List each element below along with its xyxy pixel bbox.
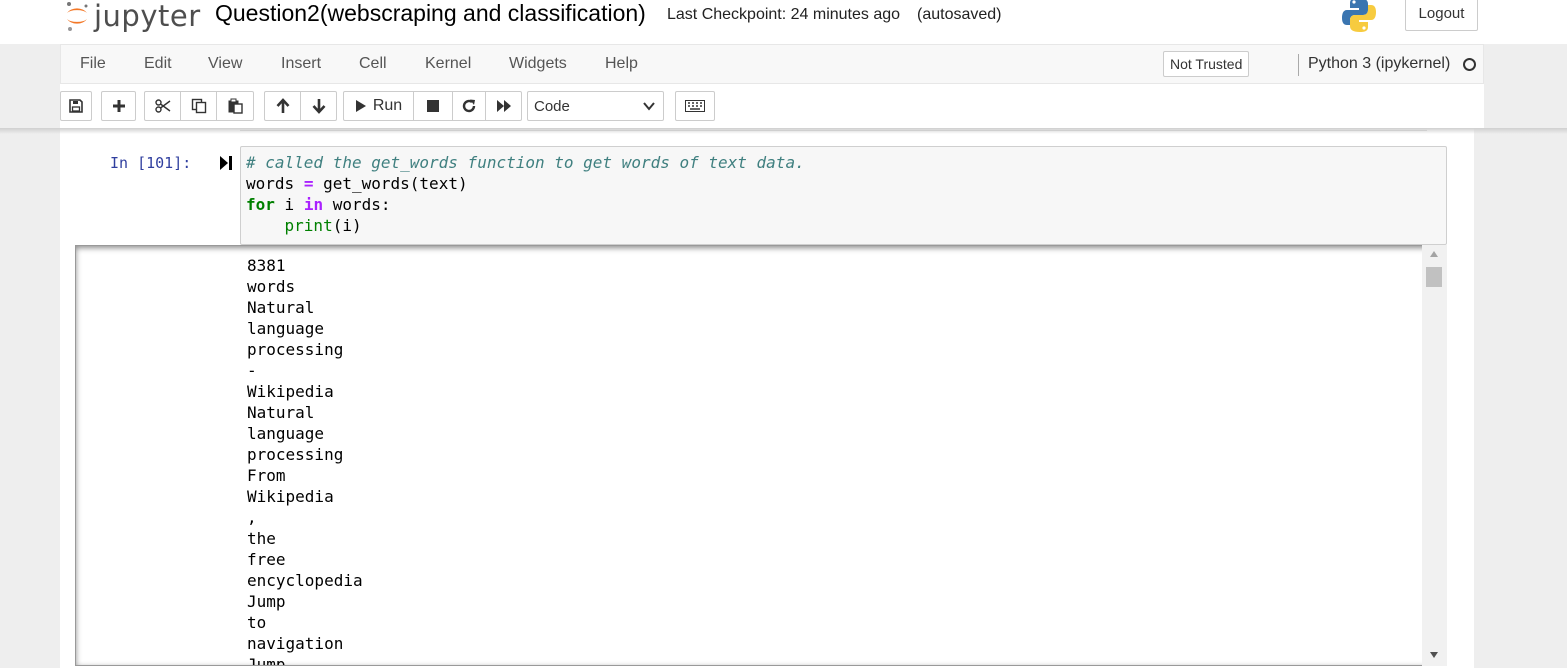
restart-icon (462, 99, 476, 113)
copy-button[interactable] (180, 91, 217, 121)
header-shadow (0, 128, 1567, 134)
output-scrollbar[interactable] (1422, 245, 1447, 666)
menu-view[interactable]: View (208, 55, 242, 73)
code-comment: # called the get_words function to get w… (246, 153, 805, 172)
cell-type-select[interactable]: Code (527, 91, 664, 121)
jupyter-logo-icon (67, 2, 88, 31)
toolbar: Run Code (60, 84, 1484, 128)
copy-icon (191, 98, 206, 114)
command-palette-button[interactable] (675, 91, 715, 121)
code-line-3: for i in words: (246, 195, 391, 214)
insert-cell-button[interactable] (101, 91, 136, 121)
code-input[interactable]: # called the get_words function to get w… (240, 146, 1447, 245)
menu-bar: File Edit View Insert Cell Kernel Widget… (60, 44, 1484, 84)
output-line: Jump (247, 655, 286, 666)
output-line: Wikipedia (247, 487, 334, 506)
kernel-name[interactable]: Python 3 (ipykernel) (1308, 55, 1450, 73)
run-label: Run (372, 97, 403, 114)
run-cell-marker-icon[interactable] (220, 156, 232, 170)
output-line: Jump (247, 592, 286, 611)
code-operator: = (303, 174, 314, 193)
cut-button[interactable] (144, 91, 181, 121)
output-line: , (247, 508, 257, 527)
output-line: encyclopedia (247, 571, 363, 590)
output-line: words (247, 277, 296, 296)
scroll-down-arrow-icon[interactable] (1430, 652, 1438, 658)
output-line: navigation (247, 634, 344, 653)
kernel-divider (1298, 54, 1299, 76)
autosave-status: (autosaved) (917, 6, 1002, 23)
kernel-idle-indicator-icon (1463, 58, 1476, 71)
menu-insert[interactable]: Insert (281, 55, 321, 73)
output-line: language (247, 319, 325, 338)
interrupt-button[interactable] (413, 91, 453, 121)
code-line-4: print(i) (246, 216, 362, 235)
menu-file[interactable]: File (80, 55, 106, 73)
paste-button[interactable] (216, 91, 254, 121)
code-token: (i) (332, 216, 362, 235)
menu-edit[interactable]: Edit (144, 55, 172, 73)
fast-forward-icon (496, 100, 511, 112)
keyboard-icon (685, 100, 705, 112)
code-line-2: words = get_words(text) (246, 174, 468, 193)
jupyter-logo-text: jupyter (94, 0, 201, 33)
code-operator: in (303, 195, 324, 214)
play-icon (355, 100, 366, 112)
output-line: Natural (247, 403, 315, 422)
chevron-down-icon (643, 102, 655, 111)
code-line-1: # called the get_words function to get w… (246, 153, 805, 172)
menu-widgets[interactable]: Widgets (509, 55, 567, 73)
code-builtin: print (284, 216, 333, 235)
cell-output-scrolled[interactable]: 8381 words Natural language processing - Wikip… (75, 245, 1447, 666)
arrow-down-icon (312, 99, 325, 114)
logout-button[interactable]: Logout (1405, 0, 1478, 31)
output-line: the (247, 529, 276, 548)
move-down-button[interactable] (300, 91, 337, 121)
not-trusted-button[interactable]: Not Trusted (1163, 51, 1250, 77)
cell-type-value: Code (534, 97, 570, 115)
output-line: language (247, 424, 325, 443)
save-icon (69, 99, 83, 113)
code-token: words: (332, 195, 391, 214)
input-prompt: In [101]: (110, 154, 192, 172)
python-logo-icon (1342, 0, 1376, 32)
notebook-container: In [101]: # called the get_words functio… (60, 128, 1474, 668)
output-line: From (247, 466, 286, 485)
output-line: - (247, 361, 257, 380)
output-line: Wikipedia (247, 382, 334, 401)
plus-icon (112, 100, 125, 112)
cut-icon (154, 99, 170, 113)
scroll-up-arrow-icon[interactable] (1430, 251, 1438, 257)
code-token: words (246, 174, 295, 193)
notebook-title[interactable]: Question2(webscraping and classification… (215, 0, 646, 27)
menu-kernel[interactable]: Kernel (425, 55, 471, 73)
restart-run-all-button[interactable] (485, 91, 522, 121)
header: jupyter Question2(webscraping and classi… (0, 0, 1567, 44)
menu-cell[interactable]: Cell (359, 55, 387, 73)
code-token: get_words(text) (323, 174, 468, 193)
stop-icon (427, 100, 439, 112)
output-line: processing (247, 340, 344, 359)
jupyter-logo[interactable]: jupyter (64, 0, 201, 34)
code-token: i (284, 195, 295, 214)
scroll-thumb[interactable] (1426, 267, 1442, 287)
save-button[interactable] (60, 91, 92, 121)
output-line: free (247, 550, 286, 569)
output-text: 8381 words Natural language processing - Wikip… (247, 255, 363, 666)
code-keyword: for (246, 195, 275, 214)
arrow-up-icon (276, 98, 289, 113)
menu-help[interactable]: Help (605, 55, 638, 73)
run-button[interactable]: Run (343, 91, 414, 121)
output-line: 8381 (247, 256, 286, 275)
paste-icon (228, 98, 243, 114)
output-line: to (247, 613, 267, 632)
checkpoint-status: Last Checkpoint: 24 minutes ago (667, 6, 901, 23)
output-line: processing (247, 445, 344, 464)
move-up-button[interactable] (264, 91, 301, 121)
restart-button[interactable] (452, 91, 486, 121)
output-line: Natural (247, 298, 315, 317)
